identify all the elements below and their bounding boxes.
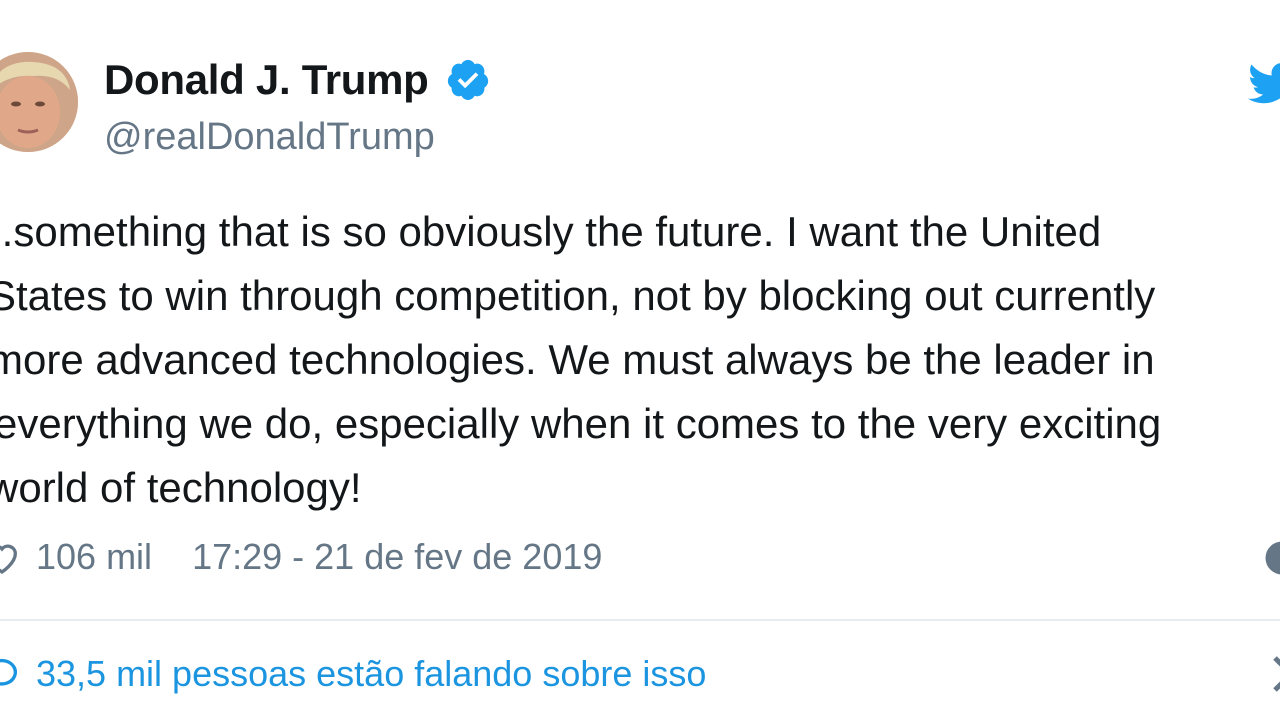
tweet-meta-row: 106 mil 17:29 - 21 de fev de 2019: [0, 532, 602, 582]
conversation-count-label[interactable]: 33,5 mil pessoas estão falando sobre iss…: [36, 653, 706, 695]
verified-badge-icon: [447, 59, 488, 101]
avatar-image: [0, 52, 78, 152]
chevron-right-icon[interactable]: [1268, 654, 1280, 694]
speech-bubble-icon: [0, 658, 17, 686]
tweet-text-line: everything we do, especially when it com…: [0, 400, 1162, 447]
like-count[interactable]: 106 mil: [36, 536, 152, 578]
author-handle[interactable]: @realDonaldTrump: [104, 116, 435, 159]
tweet-text: ..something that is so obviously the fut…: [0, 200, 1280, 520]
tweet-text-line: States to win through competition, not b…: [0, 272, 1156, 319]
info-icon[interactable]: [1264, 540, 1280, 576]
avatar[interactable]: [0, 52, 78, 152]
conversation-link[interactable]: 33,5 mil pessoas estão falando sobre iss…: [0, 648, 706, 700]
tweet-text-line: more advanced technologies. We must alwa…: [0, 336, 1155, 383]
divider: [0, 619, 1280, 621]
author-name-row: Donald J. Trump: [104, 56, 491, 104]
author-display-name[interactable]: Donald J. Trump: [104, 56, 429, 104]
tweet-timestamp[interactable]: 17:29 - 21 de fev de 2019: [192, 536, 602, 578]
tweet-text-line: ..something that is so obviously the fut…: [0, 208, 1102, 255]
heart-icon[interactable]: [0, 537, 22, 577]
twitter-bird-icon[interactable]: [1248, 58, 1280, 108]
tweet-text-line: world of technology!: [0, 464, 362, 511]
